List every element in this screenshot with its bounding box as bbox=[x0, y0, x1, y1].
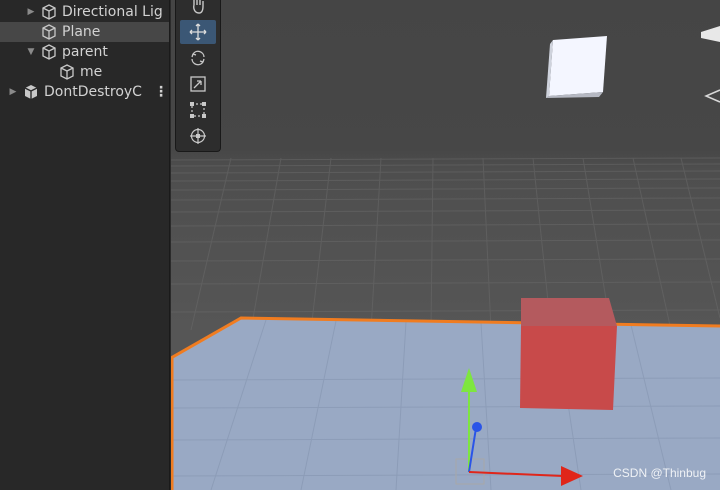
hierarchy-item-directional-light[interactable]: ▶ Directional Lig bbox=[0, 2, 169, 22]
hierarchy-item-label: DontDestroyC bbox=[44, 84, 142, 100]
light-gizmo-icon bbox=[704, 89, 720, 103]
camera-gizmo-icon bbox=[701, 26, 720, 42]
scale-tool[interactable] bbox=[180, 72, 216, 96]
hierarchy-item-label: parent bbox=[62, 44, 108, 60]
tools-toolbar bbox=[175, 0, 221, 152]
unity-scene-icon bbox=[24, 85, 38, 99]
hierarchy-panel: ▶ Directional Lig Plane ▼ parent me ▶ Do… bbox=[0, 0, 170, 490]
red-cube bbox=[520, 298, 617, 410]
plane-object bbox=[171, 318, 720, 490]
collapse-arrow-icon[interactable]: ▼ bbox=[26, 42, 36, 62]
hierarchy-item-label: Directional Lig bbox=[62, 4, 163, 20]
hierarchy-item-parent[interactable]: ▼ parent bbox=[0, 42, 169, 62]
hierarchy-item-me[interactable]: me bbox=[0, 62, 169, 82]
hand-tool[interactable] bbox=[180, 0, 216, 18]
gameobject-cube-icon bbox=[60, 64, 74, 80]
rotate-tool[interactable] bbox=[180, 46, 216, 70]
hierarchy-item-dontdestroyonload[interactable]: ▶ DontDestroyC ⋮ bbox=[0, 82, 169, 102]
transform-tool[interactable] bbox=[180, 124, 216, 148]
move-arrows-icon bbox=[189, 23, 207, 41]
hierarchy-item-label: me bbox=[80, 64, 103, 80]
hierarchy-item-plane[interactable]: Plane bbox=[0, 22, 169, 42]
kebab-menu-icon[interactable]: ⋮ bbox=[154, 84, 168, 100]
watermark: CSDN @Thinbug bbox=[613, 466, 706, 480]
gameobject-cube-icon bbox=[42, 24, 56, 40]
expand-arrow-icon[interactable]: ▶ bbox=[26, 2, 36, 22]
transform-icon bbox=[190, 128, 206, 144]
gameobject-cube-icon bbox=[42, 44, 56, 60]
scene-grid bbox=[171, 157, 720, 331]
hand-icon bbox=[193, 0, 204, 14]
hierarchy-item-label: Plane bbox=[62, 24, 101, 40]
scene-canvas bbox=[171, 26, 720, 490]
rotate-icon bbox=[191, 50, 205, 66]
move-tool[interactable] bbox=[180, 20, 216, 44]
scene-view[interactable] bbox=[171, 0, 720, 490]
rect-tool[interactable] bbox=[180, 98, 216, 122]
scale-icon bbox=[190, 76, 206, 92]
white-cube bbox=[546, 36, 607, 98]
gameobject-cube-icon bbox=[42, 4, 56, 20]
rect-transform-icon bbox=[190, 102, 206, 118]
expand-arrow-icon[interactable]: ▶ bbox=[8, 82, 18, 102]
